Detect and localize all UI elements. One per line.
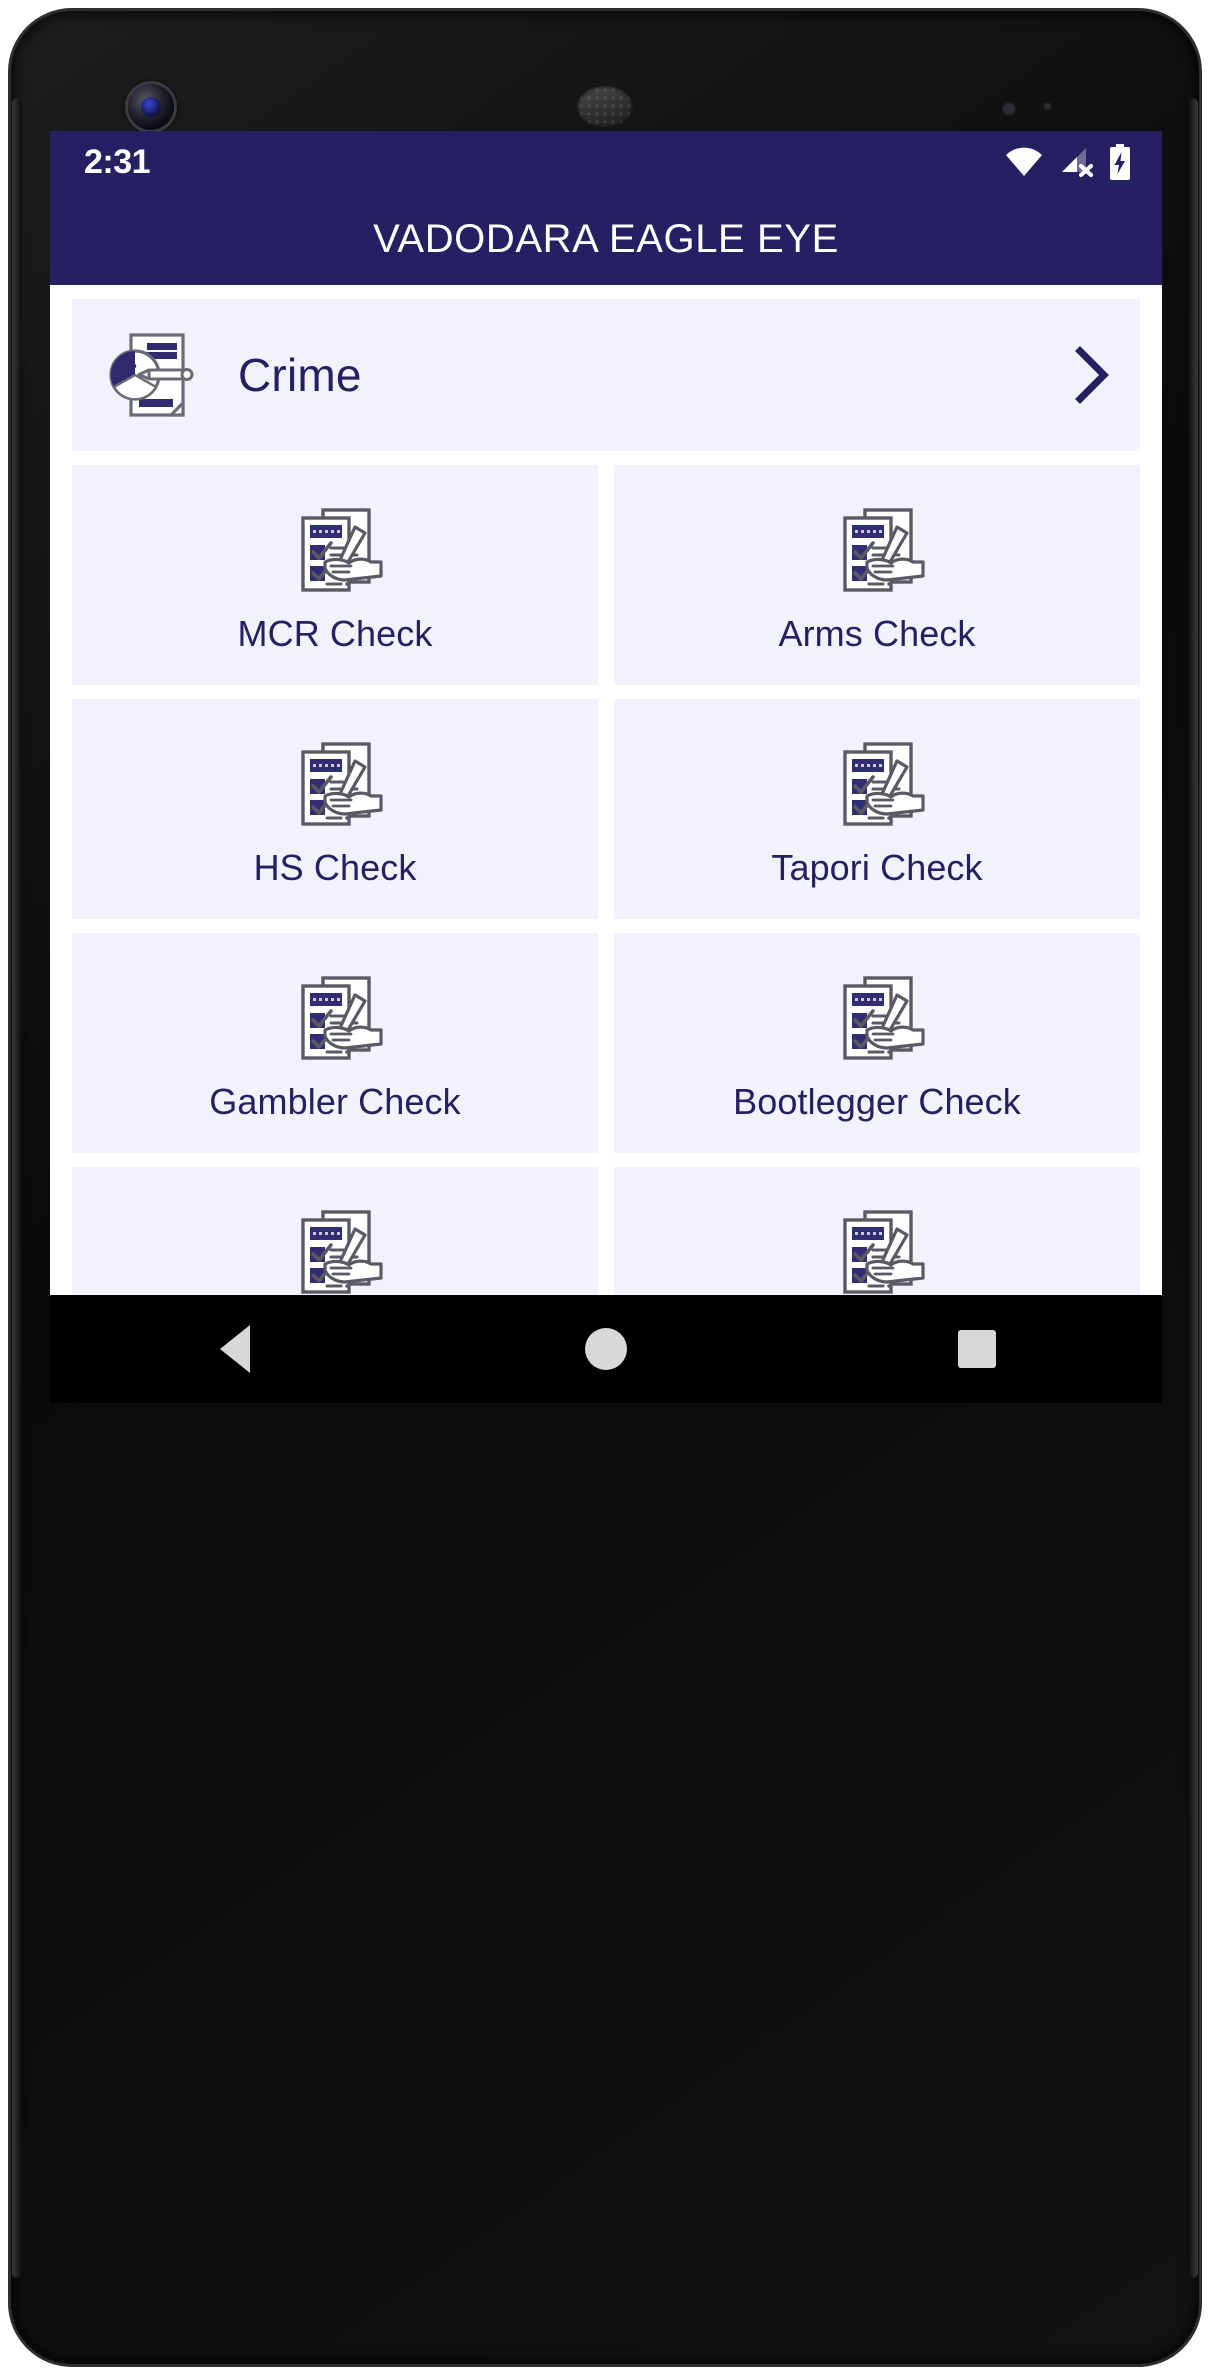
frame-edge-left xyxy=(12,98,22,2278)
cellular-signal-off-icon xyxy=(1058,146,1094,178)
home-circle-icon xyxy=(584,1328,627,1370)
tile-tapori-check[interactable]: Tapori Check xyxy=(614,699,1140,919)
status-bar-icons xyxy=(1004,144,1132,180)
tile-label: MCR Check xyxy=(237,613,433,654)
front-camera-icon xyxy=(128,84,174,130)
checklist-hand-icon xyxy=(283,498,387,602)
crime-report-icon xyxy=(106,329,198,421)
checklist-hand-icon xyxy=(825,732,929,836)
checklist-hand-icon xyxy=(825,1200,929,1304)
tile-label: HS Check xyxy=(253,847,417,888)
nav-recents-button[interactable] xyxy=(917,1295,1037,1403)
battery-charging-icon xyxy=(1108,144,1132,180)
tile-hs-check[interactable]: HS Check xyxy=(72,699,598,919)
tile-bootlegger-check[interactable]: Bootlegger Check xyxy=(614,933,1140,1153)
earpiece-speaker-icon xyxy=(577,86,633,128)
checklist-hand-icon xyxy=(283,1200,387,1304)
nav-home-button[interactable] xyxy=(546,1295,666,1403)
checklist-hand-icon xyxy=(283,732,387,836)
tile-gambler-check[interactable]: Gambler Check xyxy=(72,933,598,1153)
back-triangle-icon xyxy=(220,1325,251,1373)
tile-label: Bootlegger Check xyxy=(733,1081,1021,1122)
crime-tile-grid: MCR Check Arms Check HS Check Tapori Che… xyxy=(72,465,1140,1403)
status-bar-clock: 2:31 xyxy=(84,142,151,181)
tile-mcr-check[interactable]: MCR Check xyxy=(72,465,598,685)
page-title: VADODARA EAGLE EYE xyxy=(373,216,839,261)
android-navigation-bar xyxy=(50,1295,1162,1403)
phone-screen: 2:31 VADODARA EAGLE EYE Crime MCR Check … xyxy=(50,131,1162,1403)
tile-label: Tapori Check xyxy=(771,847,983,888)
light-sensor-icon xyxy=(1043,102,1052,111)
chevron-right-icon[interactable] xyxy=(1058,345,1114,405)
tile-label: Arms Check xyxy=(778,613,976,654)
tile-arms-check[interactable]: Arms Check xyxy=(614,465,1140,685)
section-title-crime: Crime xyxy=(238,349,362,401)
checklist-hand-icon xyxy=(825,966,929,1070)
wifi-icon xyxy=(1004,146,1044,178)
proximity-sensor-icon xyxy=(1002,102,1016,116)
checklist-hand-icon xyxy=(283,966,387,1070)
app-bar: VADODARA EAGLE EYE xyxy=(50,193,1162,285)
status-bar: 2:31 xyxy=(50,131,1162,193)
main-content: Crime MCR Check Arms Check HS Check Tapo… xyxy=(50,285,1162,1403)
section-header-crime[interactable]: Crime xyxy=(72,299,1140,451)
recents-square-icon xyxy=(957,1330,996,1368)
checklist-hand-icon xyxy=(825,498,929,602)
phone-device-frame: 2:31 VADODARA EAGLE EYE Crime MCR Check … xyxy=(8,8,1202,2367)
frame-edge-right xyxy=(1188,98,1198,2278)
nav-back-button[interactable] xyxy=(175,1295,295,1403)
tile-label: Gambler Check xyxy=(209,1081,461,1122)
